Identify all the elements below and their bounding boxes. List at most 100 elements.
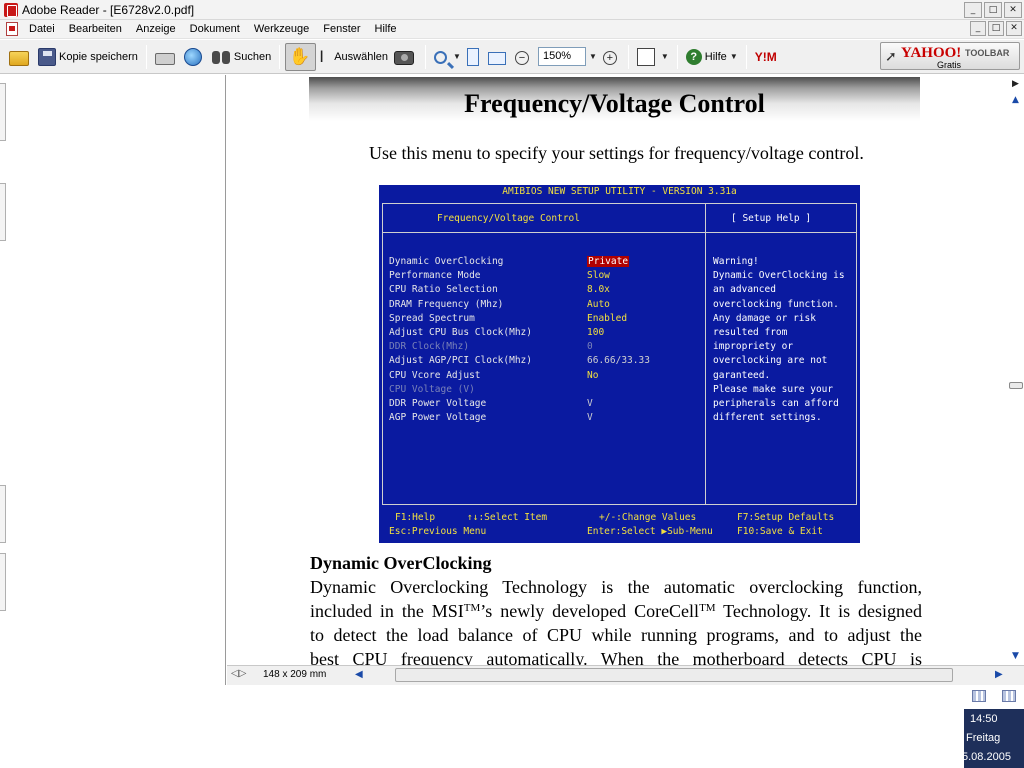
scroll-up-icon[interactable]: ▲: [1012, 95, 1019, 105]
bios-help-title: [ Setup Help ]: [731, 213, 812, 224]
split-handle-icon[interactable]: ◁▷: [231, 668, 246, 679]
bios-row-label: Adjust CPU Bus Clock(Mhz): [389, 327, 532, 338]
title-bar: Adobe Reader - [E6728v2.0.pdf] _ □ ✕: [0, 0, 1024, 20]
fit-page-button[interactable]: [464, 43, 485, 71]
document-window-controls: _ □ ✕: [970, 21, 1022, 36]
menu-bearbeiten[interactable]: Bearbeiten: [63, 23, 130, 35]
body-paragraph: Dynamic Overclocking Technology is the a…: [310, 575, 922, 665]
scroll-down-icon[interactable]: ▼: [1012, 651, 1019, 661]
nav-tab-bookmarks[interactable]: [0, 83, 6, 141]
search-button[interactable]: Suchen: [208, 43, 274, 71]
hand-tool-button[interactable]: ✋: [285, 42, 317, 71]
document-icon[interactable]: [6, 22, 18, 36]
zoom-icon: [434, 50, 448, 64]
bios-row-label-disabled: DDR Clock(Mhz): [389, 341, 470, 352]
vertical-scroll-thumb[interactable]: [1009, 382, 1023, 389]
tray-icons: [964, 685, 1024, 707]
bios-row-value: 100: [587, 327, 605, 338]
doc-close-button[interactable]: ✕: [1006, 21, 1022, 36]
save-copy-button[interactable]: Kopie speichern: [35, 43, 141, 71]
paragraph-line: included in the MSITM’s newly developed …: [310, 599, 922, 623]
navigation-panel: [0, 75, 226, 685]
bios-footer-f10: F10:Save & Exit: [737, 526, 823, 537]
paragraph-text: Technology. It is designed: [715, 601, 923, 621]
bios-help-line: garanteed.: [713, 370, 771, 381]
doc-restore-button[interactable]: □: [988, 21, 1004, 36]
vertical-scrollbar[interactable]: ▶ ▲ ▼: [1008, 75, 1024, 665]
bios-help-line: impropriety or: [713, 341, 794, 352]
nav-tab-pages[interactable]: [0, 183, 6, 241]
doc-minimize-button[interactable]: _: [970, 21, 986, 36]
toolbar-separator: [425, 44, 427, 69]
maximize-button[interactable]: □: [984, 2, 1002, 18]
page-nav-arrow-icon[interactable]: ▶: [1012, 79, 1019, 89]
scroll-left-icon[interactable]: ◀: [355, 669, 363, 680]
bios-footer-change-values: +/-:Change Values: [599, 512, 697, 523]
paragraph-line: Dynamic Overclocking Technology is the a…: [310, 577, 922, 597]
fit-width-button[interactable]: [485, 43, 512, 71]
clock-time: 14:50: [970, 713, 998, 725]
menu-dokument[interactable]: Dokument: [184, 23, 248, 35]
paragraph-line: best CPU frequency automatically. When t…: [310, 649, 922, 665]
trademark-sup: TM: [699, 602, 716, 614]
open-button[interactable]: [6, 43, 35, 71]
pages-icon: [636, 47, 655, 66]
yahoo-messenger-icon: Y!M: [754, 49, 777, 64]
bios-row-label: Performance Mode: [389, 270, 481, 281]
bios-row-value: Auto: [587, 299, 610, 310]
bios-help-line: Warning!: [713, 256, 759, 267]
nav-tab-comments[interactable]: [0, 553, 6, 611]
paragraph-text: included in the MSI: [310, 601, 464, 621]
zoom-out-button[interactable]: −: [512, 43, 535, 71]
chevron-down-icon: ▼: [453, 52, 461, 61]
document-view[interactable]: Frequency/Voltage Control Use this menu …: [227, 75, 1008, 665]
yahoo-toolbar-button[interactable]: ➚ YAHOO! TOOLBAR Gratis: [880, 42, 1020, 70]
page-heading: Frequency/Voltage Control: [464, 89, 765, 118]
hand-icon: ✋: [289, 46, 311, 66]
snapshot-button[interactable]: [391, 43, 420, 71]
yahoo-toolbar-label: TOOLBAR: [965, 48, 1010, 58]
bios-footer-enter: Enter:Select ▶Sub-Menu: [587, 526, 713, 537]
bios-row-value-selected: Private: [587, 256, 630, 267]
toolbar-separator: [676, 44, 678, 69]
taskbar-clock[interactable]: 14:50 Freitag 5.08.2005: [962, 709, 1024, 768]
close-button[interactable]: ✕: [1004, 2, 1022, 18]
minimize-button[interactable]: _: [964, 2, 982, 18]
scroll-right-icon[interactable]: ▶: [995, 669, 1003, 680]
paragraph-line: to detect the load balance of CPU while …: [310, 625, 922, 645]
zoom-tool-button[interactable]: ▼: [431, 43, 464, 71]
help-label: Hilfe: [704, 50, 727, 63]
print-button[interactable]: [152, 43, 181, 71]
zoom-in-button[interactable]: +: [600, 43, 623, 71]
tile-columns-icon[interactable]: [1002, 690, 1016, 702]
bios-help-line: an advanced: [713, 284, 776, 295]
bios-row-label: DRAM Frequency (Mhz): [389, 299, 504, 310]
menu-hilfe[interactable]: Hilfe: [369, 23, 405, 35]
chevron-down-icon[interactable]: ▼: [589, 52, 597, 61]
bios-title-divider: [382, 232, 856, 233]
bios-help-line: Any damage or risk: [713, 313, 816, 324]
bios-row-value-disabled: 0: [587, 341, 593, 352]
bios-help-line: different settings.: [713, 412, 822, 423]
zoom-level-field[interactable]: 150%: [537, 47, 586, 66]
yahoo-messenger-button[interactable]: Y!M: [752, 43, 792, 71]
zoom-level-control: 150% ▼: [535, 43, 600, 71]
nav-tab-layers[interactable]: [0, 485, 6, 543]
help-icon: ?: [685, 48, 702, 65]
yahoo-gratis-label: Gratis: [937, 60, 962, 70]
select-tool-button[interactable]: I Auswählen: [316, 43, 391, 71]
menu-datei[interactable]: Datei: [23, 23, 63, 35]
email-button[interactable]: [181, 43, 208, 71]
horizontal-scroll-thumb[interactable]: [395, 668, 953, 682]
bios-row-label: CPU Vcore Adjust: [389, 370, 481, 381]
menu-werkzeuge[interactable]: Werkzeuge: [248, 23, 317, 35]
menu-anzeige[interactable]: Anzeige: [130, 23, 184, 35]
camera-icon: [394, 51, 415, 65]
desktop-area: [0, 685, 964, 768]
page-layout-button[interactable]: ▼: [634, 43, 672, 71]
tile-grid-icon[interactable]: [972, 690, 986, 702]
intro-text: Use this menu to specify your settings f…: [369, 143, 864, 163]
select-label: Auswählen: [334, 50, 389, 63]
menu-fenster[interactable]: Fenster: [317, 23, 368, 35]
help-button[interactable]: ? Hilfe ▼: [683, 43, 741, 71]
